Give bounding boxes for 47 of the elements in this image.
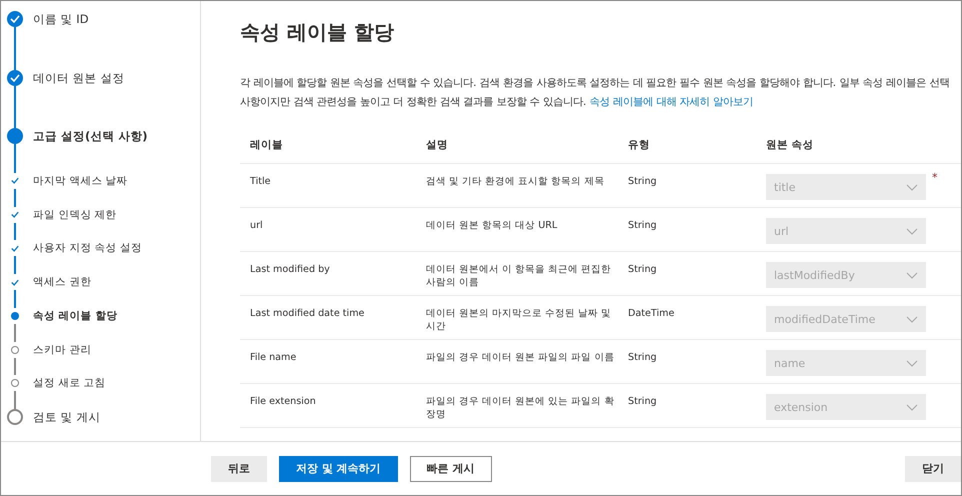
step-label[interactable]: 검토 및 게시 — [29, 401, 100, 426]
table-cell-text: String — [628, 351, 658, 364]
column-header: 레이블 — [250, 138, 284, 152]
chevron-down-icon — [906, 228, 918, 234]
close-button[interactable]: 닫기 — [905, 456, 961, 482]
table-cell-text: Last modified date time — [250, 307, 366, 320]
save-continue-button[interactable]: 저장 및 계속하기 — [279, 456, 398, 482]
step-label[interactable]: 데이터 원본 설정 — [29, 62, 124, 86]
step-label[interactable]: 이름 및 ID — [29, 3, 89, 27]
page-title: 속성 레이블 할당 — [240, 19, 395, 46]
table-cell-text: 데이터 원본 항목의 대상 URL — [426, 219, 558, 232]
quick-publish-button[interactable]: 빠른 게시 — [410, 456, 492, 482]
table-cell-text: String — [628, 263, 658, 276]
table-cell-text: String — [628, 175, 658, 188]
column-header: 유형 — [628, 138, 651, 152]
table-cell-text: 데이터 원본에서 이 항목을 최근에 편집한 사람의 이름 — [426, 263, 612, 289]
description-text: 각 레이블에 할당할 원본 속성을 선택할 수 있습니다. 검색 환경을 사용하도록 설정하는 데 필요한 필수 원본 속성을 할당해야 합니다. 일부 속성 레이블은 선택사항이지만 검색 관련성을 높이고 더 정확한 검색 결과를 보장할 수 있습니다. 속성 레이블에 대해 자세히 알아보기 — [240, 76, 950, 110]
chevron-down-icon — [906, 184, 918, 190]
chevron-down-icon — [906, 404, 918, 410]
chevron-down-icon — [906, 360, 918, 366]
step-label[interactable]: 속성 레이블 할당 — [29, 300, 118, 324]
table-cell-text: File name — [250, 351, 298, 364]
table-cell-text: String — [628, 219, 658, 232]
step-label[interactable]: 고급 설정(선택 사항) — [29, 120, 148, 144]
step-label[interactable]: 사용자 지정 속성 설정 — [29, 232, 142, 256]
step-label[interactable]: 액세스 권한 — [29, 266, 92, 290]
table-cell-text: 파일의 경우 데이터 원본에 있는 파일의 확장명 — [426, 395, 616, 421]
back-button[interactable]: 뒤로 — [211, 456, 267, 482]
table-cell-text: url — [250, 219, 264, 232]
table-cell-text: Last modified by — [250, 263, 331, 276]
chevron-down-icon — [906, 316, 918, 322]
step-label[interactable]: 파일 인덱싱 제한 — [29, 198, 117, 223]
table-cell-text: 파일의 경우 데이터 원본 파일의 파일 이름 — [426, 351, 616, 364]
table-cell-text: 데이터 원본의 마지막으로 수정된 날짜 및 시간 — [426, 307, 612, 333]
step-label[interactable]: 스키마 관리 — [29, 334, 92, 358]
column-header: 원본 속성 — [766, 138, 815, 152]
required-mark: * — [931, 170, 938, 184]
step-label[interactable]: 설정 새로 고침 — [29, 367, 106, 392]
table-cell-text: Title — [250, 175, 272, 188]
table-cell-text: String — [628, 395, 658, 408]
table-cell-text: DateTime — [628, 307, 676, 320]
table-cell-text: 검색 및 기타 환경에 표시할 항목의 제목 — [426, 175, 606, 188]
table-cell-text: File extension — [250, 395, 317, 408]
column-header: 설명 — [426, 138, 449, 152]
learn-more-link[interactable]: 속성 레이블에 대해 자세히 알아보기 — [590, 96, 753, 108]
chevron-down-icon — [906, 272, 918, 278]
step-label[interactable]: 마지막 액세스 날짜 — [29, 164, 128, 189]
